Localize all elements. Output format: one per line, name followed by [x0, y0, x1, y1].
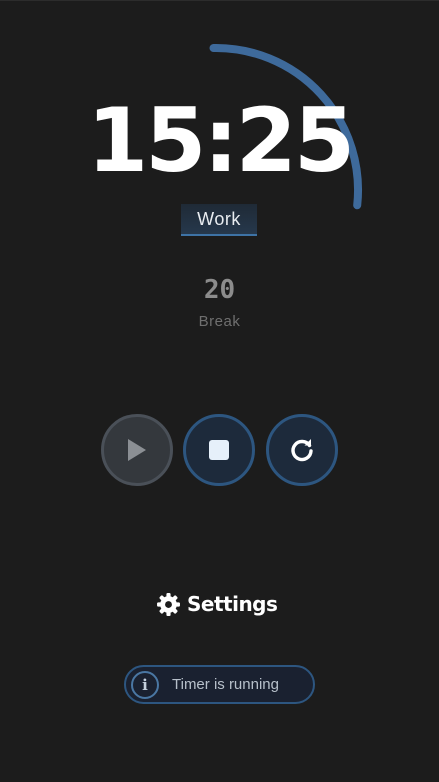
status-text: Timer is running	[172, 676, 279, 693]
break-duration-value: 20	[203, 275, 236, 305]
timer-display: 15:25	[86, 89, 355, 192]
play-button[interactable]	[101, 414, 173, 486]
play-icon	[128, 439, 146, 461]
break-label: Break	[198, 313, 241, 330]
settings-label: Settings	[187, 592, 278, 616]
mode-badge[interactable]: Work	[181, 204, 257, 236]
info-icon: i	[131, 670, 159, 699]
reset-button[interactable]	[266, 414, 338, 486]
stop-icon	[209, 440, 229, 460]
gear-icon	[157, 592, 180, 616]
settings-button[interactable]: Settings	[156, 589, 278, 619]
status-indicator: i Timer is running	[124, 665, 315, 704]
reset-icon	[291, 439, 313, 462]
stop-button[interactable]	[183, 414, 255, 486]
